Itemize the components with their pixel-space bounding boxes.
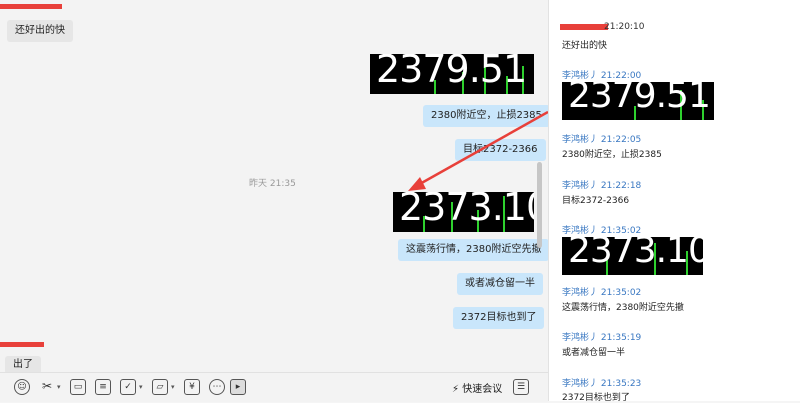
history-icon[interactable]: ☰: [513, 379, 529, 395]
chevron-down-icon[interactable]: ▾: [139, 383, 143, 391]
side-price-image[interactable]: 2373.10: [562, 237, 703, 275]
scissors-icon[interactable]: ✂: [39, 379, 55, 395]
side-message-text: 这震荡行情，2380附近空先撤: [562, 303, 684, 313]
redacted-name-bar: [560, 24, 608, 30]
quick-meeting-button[interactable]: ⚡ 快速会议: [452, 380, 502, 395]
side-message-meta: 李鸿彬丿 21:35:02: [562, 226, 642, 236]
chevron-down-icon[interactable]: ▾: [171, 383, 175, 391]
side-message-text: 2372目标也到了: [562, 393, 630, 403]
side-message-meta: 李鸿彬丿 21:22:18: [562, 181, 642, 191]
side-top-time: 21:20:10: [604, 22, 645, 32]
screen-share-icon[interactable]: ▸: [230, 379, 246, 395]
emoji-icon[interactable]: ☺: [14, 379, 30, 395]
side-message-meta: 李鸿彬丿 21:22:00: [562, 71, 642, 81]
side-message-text: 或者减仓留一半: [562, 348, 626, 358]
input-toolbar: ☺ ✂ ▾ ▭ ≡ ✓ ▾ ▱ ▾ ¥ ⋯ ▸ ⚡ 快速会议 ☰: [0, 372, 548, 402]
price-image-value: 2373.10: [568, 237, 703, 271]
side-message-meta: 李鸿彬丿 21:22:05: [562, 135, 642, 145]
quick-meeting-label: 快速会议: [462, 384, 503, 395]
price-image-message[interactable]: 2379.51: [370, 54, 534, 94]
more-icon[interactable]: ⋯: [209, 379, 225, 395]
side-message-meta: 李鸿彬丿 21:35:19: [562, 333, 642, 343]
side-message-text: 目标2372-2366: [562, 196, 630, 206]
side-message-text: 2380附近空，止损2385: [562, 150, 662, 160]
folder-icon[interactable]: ▱: [152, 379, 168, 395]
side-price-image[interactable]: 2379.51: [562, 82, 714, 120]
price-image-value: 2373.10: [399, 192, 534, 229]
side-message-meta: 李鸿彬丿 21:35:02: [562, 288, 642, 298]
side-message-text: 还好出的快: [562, 41, 608, 51]
checklist-icon[interactable]: ✓: [120, 379, 136, 395]
side-message-meta: 李鸿彬丿 21:35:23: [562, 379, 642, 389]
yen-icon[interactable]: ¥: [184, 379, 200, 395]
price-image-value: 2379.51: [376, 54, 527, 91]
price-image-value: 2379.51: [568, 82, 711, 116]
chat-panel: 还好出的快 2379.51 2380附近空，止损2385 目标2372-2366…: [0, 0, 550, 402]
price-image-message[interactable]: 2373.10: [393, 192, 534, 232]
document-icon[interactable]: ≡: [95, 379, 111, 395]
chevron-down-icon[interactable]: ▾: [57, 383, 61, 391]
image-icon[interactable]: ▭: [70, 379, 86, 395]
lightning-icon: ⚡: [452, 384, 460, 395]
